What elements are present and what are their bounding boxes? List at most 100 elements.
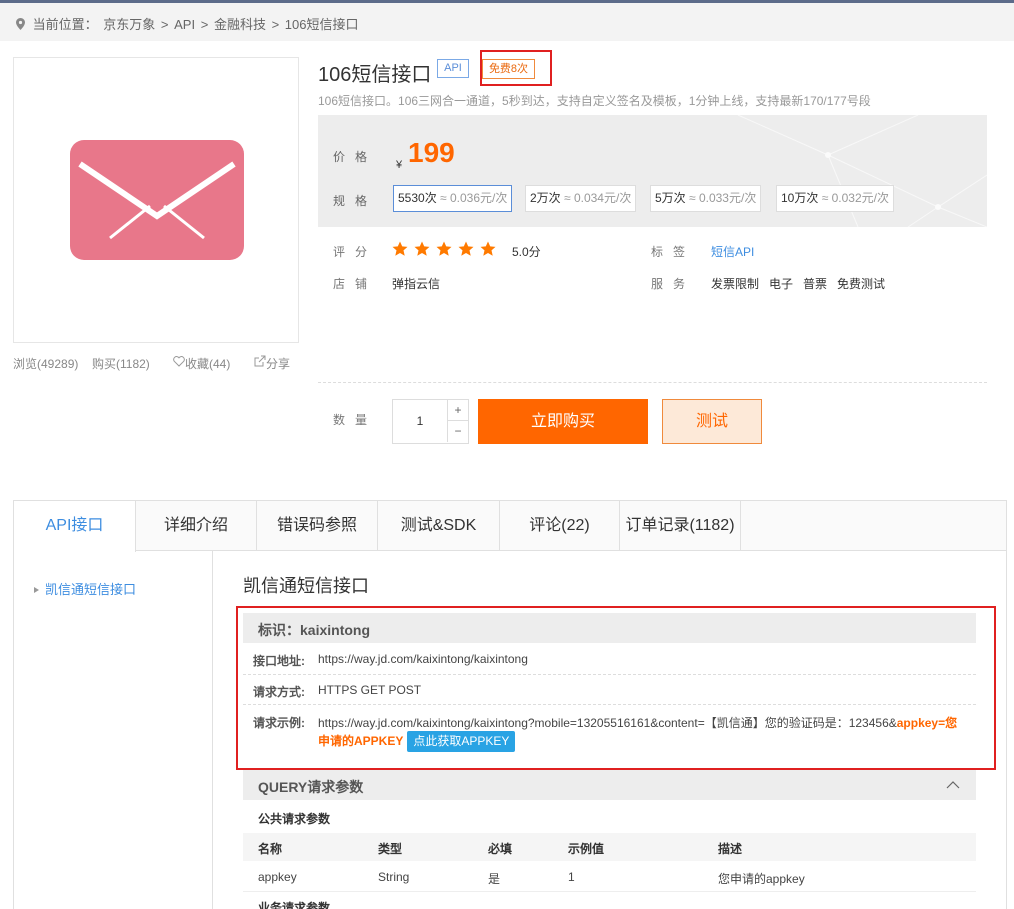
- service-item: 免费测试: [837, 277, 886, 291]
- identifier-label: 标识：: [258, 622, 300, 638]
- api-example-cont: 申请的APPKEY 点此获取APPKEY: [318, 731, 516, 752]
- spec-option[interactable]: 5万次 ≈ 0.033元/次: [650, 185, 762, 212]
- table-cell: 是: [488, 872, 501, 886]
- shop-name[interactable]: 弹指云信: [392, 275, 440, 292]
- test-button[interactable]: 测试: [662, 399, 762, 444]
- caret-right-icon: [34, 587, 39, 593]
- spec-option[interactable]: 10万次 ≈ 0.032元/次: [776, 185, 894, 212]
- quantity-stepper: 1 + −: [392, 399, 469, 444]
- breadcrumb-bar: 当前位置： 京东万象 > API > 金融科技 > 106短信接口: [0, 3, 1014, 41]
- share-button[interactable]: 分享: [254, 355, 290, 371]
- tab-test-sdk[interactable]: 测试&SDK: [378, 501, 500, 551]
- star-icon: [414, 241, 430, 256]
- table-cell: String: [378, 870, 410, 884]
- quantity-decrease-button[interactable]: −: [447, 421, 468, 442]
- row-divider: [243, 891, 976, 892]
- quantity-label: 数量: [333, 413, 378, 427]
- api-identifier: 标识：kaixintong: [258, 620, 370, 640]
- share-icon: [254, 355, 266, 367]
- table-header: [243, 833, 976, 861]
- chevron-up-icon: [946, 781, 960, 789]
- product-title: 106短信接口: [318, 64, 432, 86]
- api-example: https://way.jd.com/kaixintong/kaixintong…: [318, 714, 957, 731]
- price-label: 价格: [333, 150, 378, 164]
- tab-details[interactable]: 详细介绍: [136, 501, 257, 551]
- public-params-title: 公共请求参数: [258, 812, 331, 826]
- breadcrumb-item[interactable]: API: [174, 17, 195, 32]
- tag-label: 标签: [651, 245, 696, 259]
- spec-name: 5万次: [655, 191, 686, 205]
- breadcrumb-current: 106短信接口: [284, 17, 359, 32]
- spec-name: 10万次: [781, 191, 819, 205]
- envelope-icon: [70, 140, 244, 260]
- query-params-header[interactable]: QUERY请求参数: [243, 770, 976, 800]
- example-url: https://way.jd.com/kaixintong/kaixintong…: [318, 716, 897, 730]
- rating-stars: [392, 241, 502, 260]
- tab-bar: API接口 详细介绍 错误码参照 测试&SDK 评论(22) 订单记录(1182…: [14, 501, 1006, 552]
- business-params-title: 业务请求参数: [258, 901, 331, 909]
- identifier-value: kaixintong: [300, 622, 371, 638]
- sidebar-item-kaixintong[interactable]: 凯信通短信接口: [34, 579, 136, 598]
- column-header: 示例值: [568, 842, 605, 856]
- favorite-button[interactable]: 收藏(44): [173, 355, 230, 371]
- column-header: 必填: [488, 842, 513, 856]
- addr-label: 接口地址:: [253, 654, 305, 668]
- api-tag: API: [437, 59, 469, 78]
- spec-unit-price: ≈ 0.032元/次: [821, 191, 889, 205]
- favorite-label: 收藏(44): [185, 357, 231, 371]
- price-panel: 价格 ¥ 199 规格 5530次 ≈ 0.036元/次 2万次 ≈ 0.034…: [318, 115, 987, 227]
- sidebar-item-label: 凯信通短信接口: [45, 582, 137, 597]
- quantity-increase-button[interactable]: +: [447, 400, 468, 421]
- service-item: 发票限制: [711, 277, 760, 291]
- table-cell: appkey: [258, 870, 297, 884]
- spec-unit-price: ≈ 0.036元/次: [440, 191, 508, 205]
- tab-orders[interactable]: 订单记录(1182): [620, 501, 741, 551]
- star-icon: [436, 241, 452, 256]
- breadcrumb-prefix: 当前位置：: [32, 17, 98, 32]
- example-appkey: appkey=您: [896, 716, 958, 730]
- tab-error-codes[interactable]: 错误码参照: [257, 501, 378, 551]
- method-label: 请求方式:: [253, 685, 305, 699]
- spec-name: 5530次: [398, 191, 437, 205]
- spec-option[interactable]: 5530次 ≈ 0.036元/次: [393, 185, 513, 212]
- divider: [318, 382, 987, 383]
- column-header: 名称: [258, 842, 283, 856]
- shop-label: 店铺: [333, 277, 378, 291]
- example-appkey-cont: 申请的APPKEY: [318, 734, 404, 748]
- column-header: 类型: [378, 842, 403, 856]
- currency-symbol: ¥: [396, 159, 403, 171]
- buy-count: 购买(1182): [92, 357, 150, 371]
- api-sidebar: 凯信通短信接口: [14, 551, 213, 909]
- rating-label: 评分: [333, 245, 378, 259]
- product-description: 106短信接口。106三网合一通道，5秒到达，支持自定义签名及模板，1分钟上线，…: [318, 94, 871, 108]
- breadcrumb-sep: >: [200, 17, 209, 32]
- free-trial-tag: 免费8次: [482, 59, 535, 79]
- query-params-title: QUERY请求参数: [258, 779, 364, 795]
- breadcrumb-item[interactable]: 京东万象: [103, 17, 155, 32]
- breadcrumb: 当前位置： 京东万象 > API > 金融科技 > 106短信接口: [16, 14, 361, 33]
- get-appkey-button[interactable]: 点此获取APPKEY: [407, 731, 516, 752]
- star-icon: [392, 241, 408, 256]
- tab-api[interactable]: API接口: [14, 501, 136, 552]
- quantity-input[interactable]: 1: [393, 400, 447, 443]
- table-cell: 您申请的appkey: [718, 872, 805, 886]
- spec-unit-price: ≈ 0.033元/次: [689, 191, 757, 205]
- tab-reviews[interactable]: 评论(22): [500, 501, 620, 551]
- tag-link[interactable]: 短信API: [711, 243, 754, 260]
- service-item: 电子: [769, 277, 794, 291]
- spec-name: 2万次: [530, 191, 561, 205]
- row-divider: [243, 674, 976, 675]
- api-address: https://way.jd.com/kaixintong/kaixintong: [318, 652, 528, 666]
- star-icon: [458, 241, 474, 256]
- service-list: 发票限制 电子 普票 免费测试: [711, 275, 895, 292]
- breadcrumb-item[interactable]: 金融科技: [214, 17, 266, 32]
- table-cell: 1: [568, 870, 575, 884]
- buy-now-button[interactable]: 立即购买: [478, 399, 648, 444]
- view-count: 浏览(49289): [13, 357, 79, 371]
- spec-option[interactable]: 2万次 ≈ 0.034元/次: [525, 185, 637, 212]
- heart-icon: [173, 356, 185, 367]
- product-image: [13, 57, 299, 343]
- breadcrumb-sep: >: [271, 17, 280, 32]
- location-pin-icon: [16, 18, 25, 30]
- api-method: HTTPS GET POST: [318, 683, 422, 697]
